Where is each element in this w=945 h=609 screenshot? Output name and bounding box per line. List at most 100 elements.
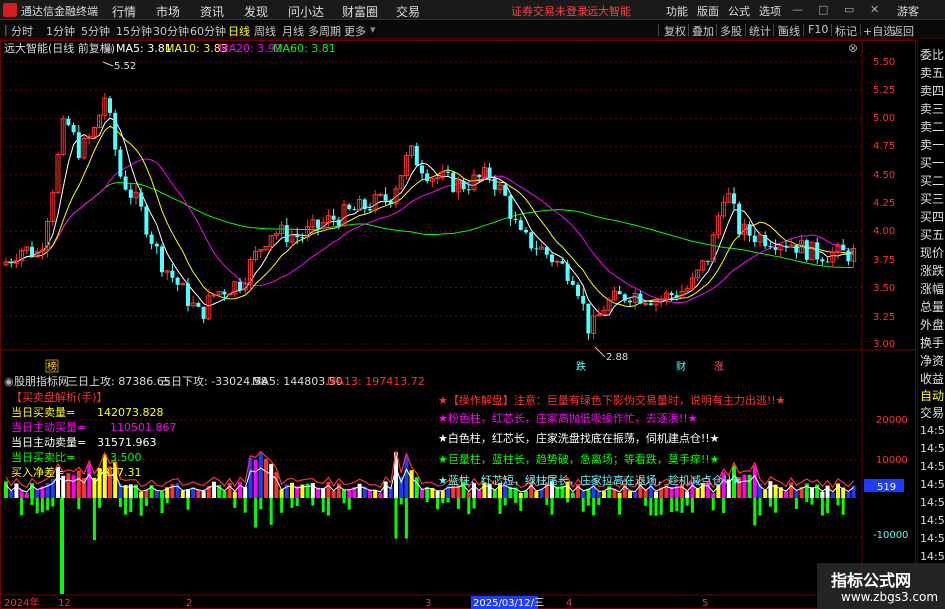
indicator-bar	[784, 491, 788, 498]
tab-30min[interactable]: 30分钟	[153, 23, 189, 39]
indicator-bar-neg	[649, 498, 653, 516]
side-item-buy5[interactable]: 买五	[920, 226, 945, 243]
side-item-buy3[interactable]: 买三	[920, 190, 945, 207]
minimize-icon[interactable]: —	[792, 3, 803, 16]
menu-gongshi[interactable]: 公式	[728, 3, 750, 19]
multi-stock-button[interactable]: 多股	[720, 23, 742, 39]
indicator-bar	[524, 490, 528, 498]
candle-body	[784, 245, 788, 248]
time-axis: 2024年 12 2 3 2025/03/12/三 4 5	[4, 596, 708, 609]
indicator-bar-neg	[618, 498, 622, 515]
menu-wenxiaoda[interactable]: 问小达	[288, 3, 324, 20]
indicator-bar-neg	[675, 498, 679, 512]
price-tick: 4.75	[873, 141, 895, 152]
price-tick: 3.50	[873, 283, 895, 294]
price-tick: 3.25	[873, 312, 895, 323]
chart-close-icon[interactable]: ⊗	[848, 41, 858, 55]
side-item-outer[interactable]: 外盘	[920, 316, 945, 333]
side-item-turnover[interactable]: 换手	[920, 334, 945, 351]
indicator-bar	[414, 477, 419, 498]
indicator-settings-icon[interactable]: ◉	[4, 375, 14, 388]
menu-zixun[interactable]: 资讯	[200, 3, 224, 20]
candle-body	[76, 132, 81, 159]
tab-weekly[interactable]: 周线	[254, 23, 276, 39]
tab-60min[interactable]: 60分钟	[190, 23, 226, 39]
menu-xuanxiang[interactable]: 选项	[759, 3, 781, 19]
indicator-bar	[602, 491, 606, 498]
restore-icon[interactable]: □	[818, 3, 828, 16]
side-item-sell5[interactable]: 卖五	[920, 64, 945, 81]
indicator-bar	[409, 470, 414, 498]
guest-label[interactable]: 游客	[897, 3, 919, 19]
menu-caifuquan[interactable]: 财富圈	[342, 3, 378, 20]
close-icon[interactable]: ✕	[870, 3, 879, 16]
stats-button[interactable]: 统计	[749, 23, 771, 39]
tab-fenshi[interactable]: 分时	[11, 23, 33, 39]
side-item-buy1[interactable]: 买一	[920, 154, 945, 171]
menu-faxian[interactable]: 发现	[244, 3, 268, 20]
tab-1min[interactable]: 1分钟	[46, 23, 75, 39]
indicator-bar	[378, 492, 383, 498]
tick-time: 14:56	[920, 478, 945, 491]
side-item-change[interactable]: 涨跌	[920, 262, 945, 279]
side-item-eps[interactable]: 收益	[920, 370, 945, 387]
side-item-price[interactable]: 现价	[920, 244, 945, 261]
indicator-bar-neg	[820, 498, 824, 516]
tab-15min[interactable]: 15分钟	[116, 23, 152, 39]
tab-monthly[interactable]: 月线	[282, 23, 304, 39]
side-item-change-pct[interactable]: 涨幅	[920, 280, 945, 297]
indicator-name[interactable]: 股朋指标网	[14, 374, 69, 388]
tab-daily[interactable]: 日线	[228, 23, 250, 39]
f10-button[interactable]: F10	[808, 23, 828, 36]
more-chevron-icon[interactable]: ▾	[370, 23, 376, 36]
price-axis: 5.50 5.25 5.00 4.75 4.50 4.25 4.00 3.75 …	[873, 57, 895, 350]
indicator-bar	[4, 481, 8, 498]
side-item-buy2[interactable]: 买二	[920, 172, 945, 189]
side-auto-tab[interactable]: 自动	[920, 387, 945, 404]
side-item-sell1[interactable]: 卖一	[920, 136, 945, 153]
menu-hangqing[interactable]: 行情	[112, 3, 136, 20]
draw-line-button[interactable]: 画线	[778, 23, 800, 39]
side-item-weibi[interactable]: 委比	[920, 46, 945, 63]
tab-multi-period[interactable]: 多周期	[308, 23, 341, 39]
site-watermark: 指标公式网 www.zbgs3.com	[817, 563, 945, 609]
indicator-bar	[238, 481, 242, 498]
indicator-bar-neg	[753, 498, 757, 526]
back-button[interactable]: 返回	[892, 23, 914, 39]
side-item-net-asset[interactable]: 净资	[920, 352, 945, 369]
menu-banmian[interactable]: 版面	[697, 3, 719, 19]
side-item-sell2[interactable]: 卖二	[920, 118, 945, 135]
candle-body	[524, 229, 528, 233]
active-sell-value: 31571.963	[97, 436, 157, 449]
event-marker-die-label[interactable]: 跌	[576, 360, 586, 373]
mark-button[interactable]: 标记	[835, 23, 857, 39]
indicator-bar-neg	[243, 498, 247, 513]
side-item-volume[interactable]: 总量	[920, 298, 945, 315]
tab-5min[interactable]: 5分钟	[81, 23, 110, 39]
side-trade-tab[interactable]: 交易	[920, 404, 945, 421]
fuquan-button[interactable]: 复权	[664, 23, 686, 39]
menu-jiaoyi[interactable]: 交易	[396, 3, 420, 20]
side-item-buy4[interactable]: 买四	[920, 208, 945, 225]
overlay-button[interactable]: 叠加	[692, 23, 714, 39]
event-marker-zhang-label[interactable]: 涨	[714, 361, 724, 373]
candle-body	[565, 263, 570, 281]
trade-login-notice[interactable]: 证券交易未登录	[511, 3, 588, 19]
indicator-bar	[24, 492, 29, 498]
menu-shichang[interactable]: 市场	[156, 3, 180, 20]
time-month: 12	[58, 598, 71, 609]
menu-gongneng[interactable]: 功能	[666, 3, 688, 19]
candle-body	[295, 235, 300, 238]
indicator-axis: 20000 10000 519 -10000	[864, 415, 908, 541]
side-item-sell3[interactable]: 卖三	[920, 100, 945, 117]
low-price-label: 2.88	[606, 352, 628, 363]
kline-chart[interactable]: 远大智能(日线 前复权) ◉ MA5: 3.81 MA10: 3.83 MA20…	[0, 40, 917, 609]
side-item-sell4[interactable]: 卖四	[920, 82, 945, 99]
maximize-icon[interactable]: ▭	[844, 3, 854, 16]
candle-body	[513, 218, 518, 221]
indicator-bar	[742, 474, 747, 498]
chart-settings-icon[interactable]: ◉	[103, 42, 113, 55]
tab-more[interactable]: 更多	[344, 23, 366, 39]
candle-body	[550, 254, 554, 263]
event-marker-cai-label[interactable]: 财	[676, 360, 686, 373]
